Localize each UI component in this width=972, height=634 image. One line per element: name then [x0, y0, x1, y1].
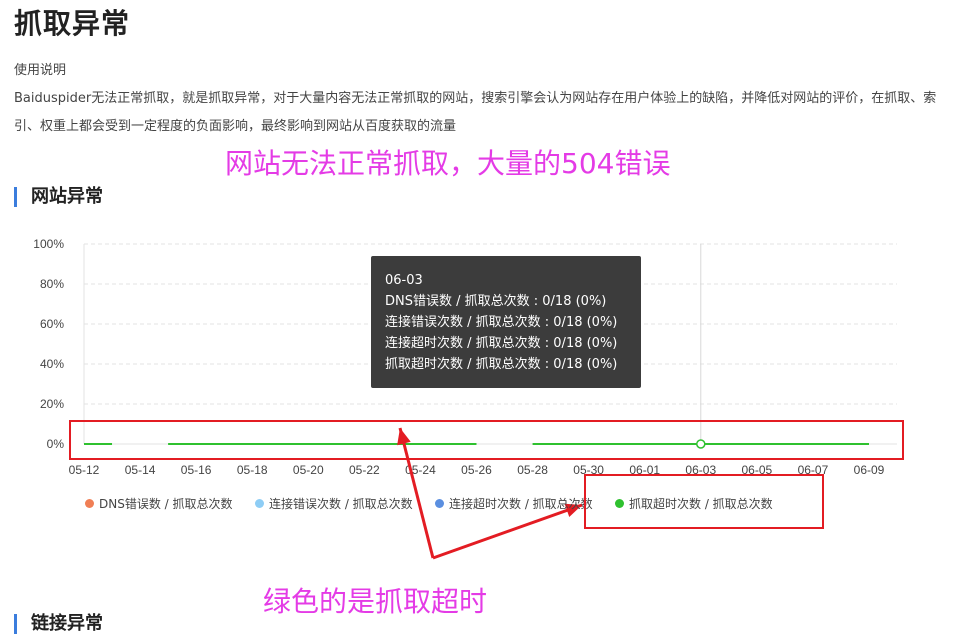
x-tick-label: 06-09 — [854, 463, 885, 477]
tooltip-line-connect-timeout: 连接超时次数 / 抓取总次数 : 0/18 (0%) — [385, 336, 618, 351]
annotation-box-chart-line — [69, 420, 904, 460]
y-tick-label: 40% — [40, 357, 64, 371]
tooltip-line-dns: DNS错误数 / 抓取总次数 : 0/18 (0%) — [385, 294, 607, 309]
x-tick-label: 05-18 — [237, 463, 268, 477]
legend-item-connect-timeout[interactable]: 连接超时次数 / 抓取总次数 — [435, 495, 593, 512]
legend-label: DNS错误数 / 抓取总次数 — [99, 497, 233, 511]
legend-label: 连接超时次数 / 抓取总次数 — [449, 497, 593, 511]
tooltip-line-connect-error: 连接错误次数 / 抓取总次数 : 0/18 (0%) — [385, 315, 618, 330]
legend-dot-icon — [255, 499, 264, 508]
x-tick-label: 05-16 — [181, 463, 212, 477]
annotation-bottom-text: 绿色的是抓取超时 — [263, 585, 488, 618]
y-tick-label: 80% — [40, 277, 64, 291]
x-tick-label: 05-20 — [293, 463, 324, 477]
x-tick-label: 05-26 — [461, 463, 492, 477]
annotation-box-legend — [584, 474, 824, 529]
y-tick-label: 60% — [40, 317, 64, 331]
y-tick-label: 100% — [33, 237, 64, 251]
legend-item-connect-error[interactable]: 连接错误次数 / 抓取总次数 — [255, 495, 413, 512]
x-tick-label: 05-28 — [517, 463, 548, 477]
y-tick-label: 20% — [40, 397, 64, 411]
section-title-link-error: 链接异常 — [14, 614, 103, 634]
chart-tooltip: 06-03 DNS错误数 / 抓取总次数 : 0/18 (0%) 连接错误次数 … — [371, 256, 641, 388]
legend-label: 连接错误次数 / 抓取总次数 — [269, 497, 413, 511]
x-tick-label: 05-14 — [125, 463, 156, 477]
y-tick-label: 0% — [47, 437, 65, 451]
tooltip-date: 06-03 — [385, 273, 423, 288]
legend-dot-icon — [85, 499, 94, 508]
legend-dot-icon — [435, 499, 444, 508]
tooltip-line-crawl-timeout: 抓取超时次数 / 抓取总次数 : 0/18 (0%) — [385, 357, 618, 372]
x-tick-label: 05-22 — [349, 463, 380, 477]
x-tick-label: 05-12 — [69, 463, 100, 477]
annotation-arrow-to-legend — [432, 503, 583, 560]
legend-item-dns[interactable]: DNS错误数 / 抓取总次数 — [85, 495, 233, 512]
